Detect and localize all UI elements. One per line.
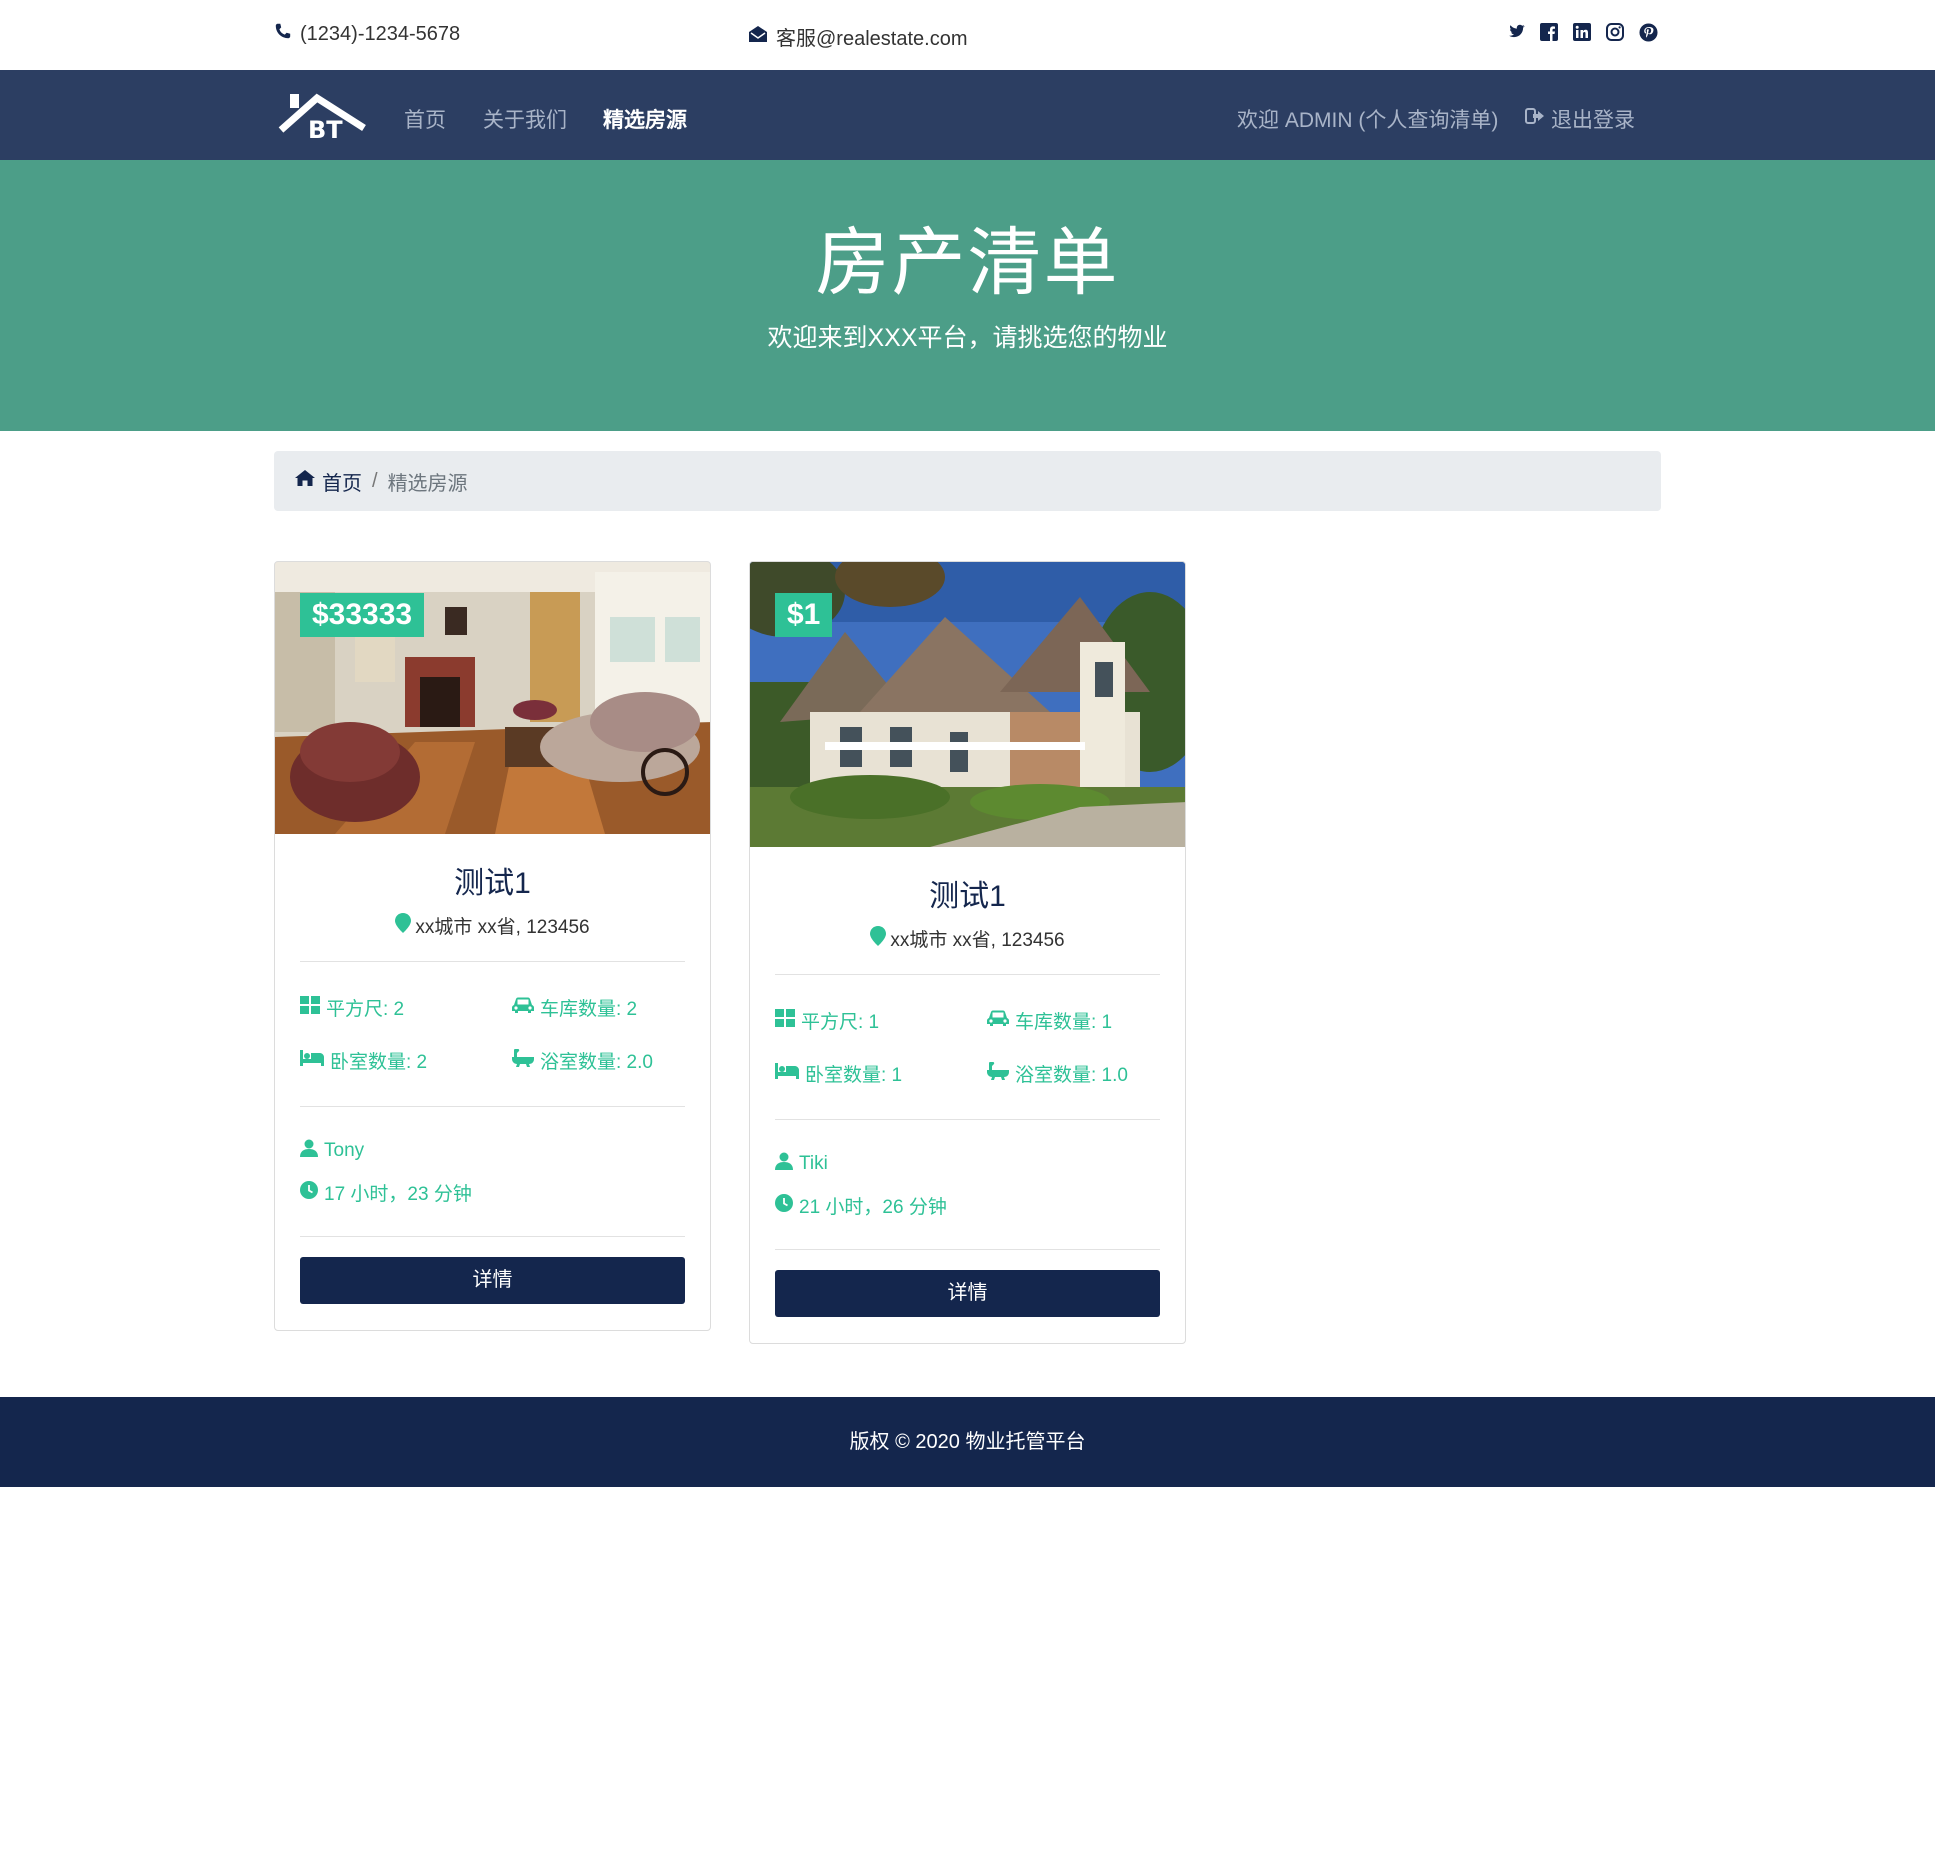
facebook-icon[interactable] [1539, 22, 1559, 42]
bed-icon [300, 1049, 324, 1072]
divider [775, 974, 1160, 975]
stat-bathrooms-text: 浴室数量: 2.0 [540, 1052, 653, 1073]
listing-address: xx城市 xx省, 123456 [750, 925, 1185, 952]
divider [775, 1249, 1160, 1250]
listing-posted-time-text: 21 小时，26 分钟 [799, 1197, 947, 1218]
stat-sqft: 平方尺: 2 [300, 994, 512, 1021]
phone-icon [274, 22, 292, 46]
details-button[interactable]: 详情 [775, 1270, 1160, 1317]
details-button[interactable]: 详情 [300, 1257, 685, 1304]
map-marker-icon [395, 912, 412, 939]
listing-address-text: xx城市 xx省, 123456 [890, 930, 1065, 951]
stat-sqft-text: 平方尺: 1 [801, 1012, 880, 1033]
stat-garage-text: 车库数量: 1 [1015, 1012, 1113, 1033]
user-welcome-link[interactable]: 欢迎 ADMIN (个人查询清单) [1237, 104, 1498, 134]
breadcrumb: 首页 / 精选房源 [274, 451, 1661, 511]
envelope-open-icon [748, 25, 768, 49]
listing-meta: Tony 17 小时，23 分钟 [275, 1139, 710, 1206]
logout-label: 退出登录 [1551, 109, 1635, 132]
listing-agent-name: Tiki [799, 1153, 828, 1174]
contact-email: 客服@realestate.com [748, 22, 967, 51]
stat-bedrooms-text: 卧室数量: 1 [805, 1065, 903, 1086]
stat-bedrooms: 卧室数量: 1 [775, 1060, 987, 1087]
divider [300, 1236, 685, 1237]
listing-address: xx城市 xx省, 123456 [275, 912, 710, 939]
breadcrumb-home[interactable]: 首页 [294, 467, 362, 496]
footer-copyright: 版权 © 2020 物业托管平台 [849, 1431, 1086, 1453]
listing-title: 测试1 [929, 880, 1006, 913]
home-icon [294, 469, 316, 493]
logo-text: BT [308, 116, 343, 142]
stat-bathrooms-text: 浴室数量: 1.0 [1015, 1065, 1128, 1086]
stat-garage: 车库数量: 1 [987, 1007, 1185, 1034]
stat-sqft: 平方尺: 1 [775, 1007, 987, 1034]
listing-posted-time-text: 17 小时，23 分钟 [324, 1184, 472, 1205]
email-text: 客服@realestate.com [776, 28, 968, 50]
user-icon [300, 1139, 318, 1163]
hero-banner: 房产清单 欢迎来到XXX平台，请挑选您的物业 [0, 160, 1935, 431]
page-subtitle: 欢迎来到XXX平台，请挑选您的物业 [767, 324, 1168, 352]
user-icon [775, 1152, 793, 1176]
brand-logo[interactable]: BT [276, 88, 370, 144]
listing-agent-name: Tony [324, 1140, 365, 1161]
instagram-icon[interactable] [1605, 22, 1625, 42]
divider [300, 1106, 685, 1107]
contact-phone: (1234)-1234-5678 [274, 22, 460, 46]
car-icon [987, 1010, 1009, 1032]
page-title: 房产清单 [815, 221, 1120, 304]
bath-icon [987, 1061, 1009, 1086]
listing-agent: Tiki [775, 1152, 1160, 1176]
stat-bathrooms: 浴室数量: 1.0 [987, 1060, 1185, 1087]
price-badge: $33333 [300, 593, 425, 637]
th-large-icon [775, 1008, 795, 1033]
clock-icon [300, 1180, 318, 1205]
stat-sqft-text: 平方尺: 2 [326, 999, 405, 1020]
top-info-bar: (1234)-1234-5678 客服@realestate.com [0, 0, 1935, 70]
sign-out-icon [1525, 107, 1545, 131]
bath-icon [512, 1048, 534, 1073]
th-large-icon [300, 995, 320, 1020]
listing-meta: Tiki 21 小时，26 分钟 [750, 1152, 1185, 1219]
car-icon [512, 997, 534, 1019]
listing-stats: 平方尺: 1 车库数量: 1 卧室数量: 1 浴室数量: 1.0 [750, 1007, 1185, 1087]
listing-stats: 平方尺: 2 车库数量: 2 卧室数量: 2 浴室数量: 2.0 [275, 994, 710, 1074]
stat-bathrooms: 浴室数量: 2.0 [512, 1047, 710, 1074]
twitter-icon[interactable] [1506, 22, 1526, 42]
stat-bedrooms-text: 卧室数量: 2 [330, 1052, 428, 1073]
divider [775, 1119, 1160, 1120]
bed-icon [775, 1062, 799, 1085]
listing-posted-time: 17 小时，23 分钟 [300, 1179, 685, 1206]
linkedin-icon[interactable] [1572, 22, 1592, 42]
divider [300, 961, 685, 962]
stat-garage: 车库数量: 2 [512, 994, 710, 1021]
main-navbar: BT 首页 关于我们 精选房源 欢迎 ADMIN (个人查询清单) 退出登录 [0, 70, 1935, 160]
nav-item-featured-listings[interactable]: 精选房源 [603, 104, 687, 134]
listing-agent: Tony [300, 1139, 685, 1163]
pinterest-icon[interactable] [1638, 22, 1658, 42]
listing-title: 测试1 [454, 867, 531, 900]
stat-garage-text: 车库数量: 2 [540, 999, 638, 1020]
listing-card: $1 测试1 xx城市 xx省, 123456 平方尺: 1 车库数量: 1 卧… [749, 561, 1186, 1344]
listing-card: $33333 测试1 xx城市 xx省, 123456 平方尺: 2 车库数量:… [274, 561, 711, 1331]
listing-address-text: xx城市 xx省, 123456 [415, 917, 590, 938]
nav-item-about[interactable]: 关于我们 [483, 104, 567, 134]
social-links [1506, 22, 1658, 42]
nav-item-home[interactable]: 首页 [404, 104, 446, 134]
breadcrumb-home-label: 首页 [322, 472, 362, 495]
breadcrumb-separator: / [372, 469, 378, 492]
logout-link[interactable]: 退出登录 [1525, 104, 1635, 134]
clock-icon [775, 1193, 793, 1218]
map-marker-icon [870, 925, 887, 952]
site-footer: 版权 © 2020 物业托管平台 [0, 1397, 1935, 1487]
stat-bedrooms: 卧室数量: 2 [300, 1047, 512, 1074]
price-badge: $1 [775, 593, 833, 637]
breadcrumb-current: 精选房源 [387, 472, 468, 495]
listing-photo-house-exterior[interactable]: $1 [750, 562, 1185, 847]
listing-posted-time: 21 小时，26 分钟 [775, 1192, 1160, 1219]
phone-text: (1234)-1234-5678 [300, 22, 461, 45]
listing-photo-living-room[interactable]: $33333 [275, 562, 710, 834]
